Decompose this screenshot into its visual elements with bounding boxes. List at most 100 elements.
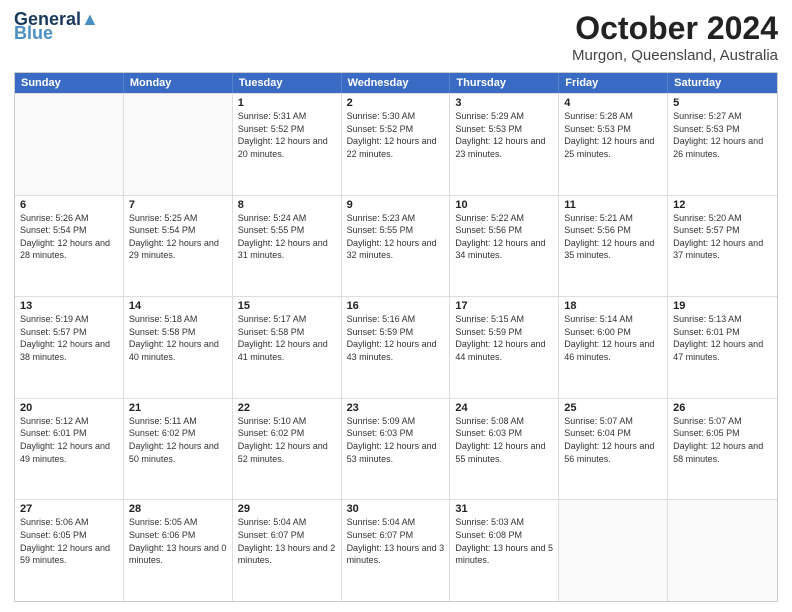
day-number: 28 <box>129 503 227 515</box>
day-number: 13 <box>20 300 118 312</box>
logo-text2: Blue <box>14 24 53 42</box>
day-info: Sunrise: 5:13 AM Sunset: 6:01 PM Dayligh… <box>673 313 772 363</box>
calendar-cell: 2Sunrise: 5:30 AM Sunset: 5:52 PM Daylig… <box>342 94 451 195</box>
day-info: Sunrise: 5:14 AM Sunset: 6:00 PM Dayligh… <box>564 313 662 363</box>
calendar-cell: 21Sunrise: 5:11 AM Sunset: 6:02 PM Dayli… <box>124 399 233 500</box>
calendar-row: 13Sunrise: 5:19 AM Sunset: 5:57 PM Dayli… <box>15 296 777 398</box>
day-info: Sunrise: 5:06 AM Sunset: 6:05 PM Dayligh… <box>20 516 118 566</box>
calendar-header-cell: Monday <box>124 73 233 93</box>
day-info: Sunrise: 5:18 AM Sunset: 5:58 PM Dayligh… <box>129 313 227 363</box>
day-number: 15 <box>238 300 336 312</box>
calendar-cell: 27Sunrise: 5:06 AM Sunset: 6:05 PM Dayli… <box>15 500 124 601</box>
day-number: 30 <box>347 503 445 515</box>
calendar-header-cell: Friday <box>559 73 668 93</box>
day-number: 4 <box>564 97 662 109</box>
day-number: 7 <box>129 199 227 211</box>
calendar-cell: 18Sunrise: 5:14 AM Sunset: 6:00 PM Dayli… <box>559 297 668 398</box>
calendar-row: 6Sunrise: 5:26 AM Sunset: 5:54 PM Daylig… <box>15 195 777 297</box>
calendar-cell: 19Sunrise: 5:13 AM Sunset: 6:01 PM Dayli… <box>668 297 777 398</box>
calendar-cell: 7Sunrise: 5:25 AM Sunset: 5:54 PM Daylig… <box>124 196 233 297</box>
day-number: 22 <box>238 402 336 414</box>
day-info: Sunrise: 5:22 AM Sunset: 5:56 PM Dayligh… <box>455 212 553 262</box>
day-info: Sunrise: 5:04 AM Sunset: 6:07 PM Dayligh… <box>347 516 445 566</box>
calendar-cell: 28Sunrise: 5:05 AM Sunset: 6:06 PM Dayli… <box>124 500 233 601</box>
calendar-cell: 14Sunrise: 5:18 AM Sunset: 5:58 PM Dayli… <box>124 297 233 398</box>
calendar-cell: 24Sunrise: 5:08 AM Sunset: 6:03 PM Dayli… <box>450 399 559 500</box>
day-number: 24 <box>455 402 553 414</box>
calendar-header-cell: Thursday <box>450 73 559 93</box>
calendar-cell: 8Sunrise: 5:24 AM Sunset: 5:55 PM Daylig… <box>233 196 342 297</box>
day-info: Sunrise: 5:07 AM Sunset: 6:04 PM Dayligh… <box>564 415 662 465</box>
calendar-cell: 31Sunrise: 5:03 AM Sunset: 6:08 PM Dayli… <box>450 500 559 601</box>
day-info: Sunrise: 5:25 AM Sunset: 5:54 PM Dayligh… <box>129 212 227 262</box>
calendar-row: 1Sunrise: 5:31 AM Sunset: 5:52 PM Daylig… <box>15 93 777 195</box>
calendar-cell: 20Sunrise: 5:12 AM Sunset: 6:01 PM Dayli… <box>15 399 124 500</box>
calendar-cell: 25Sunrise: 5:07 AM Sunset: 6:04 PM Dayli… <box>559 399 668 500</box>
day-number: 20 <box>20 402 118 414</box>
day-info: Sunrise: 5:28 AM Sunset: 5:53 PM Dayligh… <box>564 110 662 160</box>
day-number: 27 <box>20 503 118 515</box>
day-info: Sunrise: 5:15 AM Sunset: 5:59 PM Dayligh… <box>455 313 553 363</box>
day-info: Sunrise: 5:16 AM Sunset: 5:59 PM Dayligh… <box>347 313 445 363</box>
day-info: Sunrise: 5:31 AM Sunset: 5:52 PM Dayligh… <box>238 110 336 160</box>
day-number: 16 <box>347 300 445 312</box>
day-info: Sunrise: 5:27 AM Sunset: 5:53 PM Dayligh… <box>673 110 772 160</box>
calendar-cell: 4Sunrise: 5:28 AM Sunset: 5:53 PM Daylig… <box>559 94 668 195</box>
day-number: 12 <box>673 199 772 211</box>
day-number: 9 <box>347 199 445 211</box>
calendar-cell <box>559 500 668 601</box>
calendar-header-cell: Sunday <box>15 73 124 93</box>
calendar-cell: 22Sunrise: 5:10 AM Sunset: 6:02 PM Dayli… <box>233 399 342 500</box>
calendar-cell: 3Sunrise: 5:29 AM Sunset: 5:53 PM Daylig… <box>450 94 559 195</box>
day-info: Sunrise: 5:12 AM Sunset: 6:01 PM Dayligh… <box>20 415 118 465</box>
calendar-cell: 6Sunrise: 5:26 AM Sunset: 5:54 PM Daylig… <box>15 196 124 297</box>
day-info: Sunrise: 5:23 AM Sunset: 5:55 PM Dayligh… <box>347 212 445 262</box>
day-number: 21 <box>129 402 227 414</box>
day-number: 18 <box>564 300 662 312</box>
day-info: Sunrise: 5:05 AM Sunset: 6:06 PM Dayligh… <box>129 516 227 566</box>
calendar-cell: 5Sunrise: 5:27 AM Sunset: 5:53 PM Daylig… <box>668 94 777 195</box>
calendar: SundayMondayTuesdayWednesdayThursdayFrid… <box>14 72 778 602</box>
day-info: Sunrise: 5:03 AM Sunset: 6:08 PM Dayligh… <box>455 516 553 566</box>
day-info: Sunrise: 5:09 AM Sunset: 6:03 PM Dayligh… <box>347 415 445 465</box>
day-info: Sunrise: 5:19 AM Sunset: 5:57 PM Dayligh… <box>20 313 118 363</box>
calendar-cell: 13Sunrise: 5:19 AM Sunset: 5:57 PM Dayli… <box>15 297 124 398</box>
calendar-cell <box>15 94 124 195</box>
day-info: Sunrise: 5:20 AM Sunset: 5:57 PM Dayligh… <box>673 212 772 262</box>
day-info: Sunrise: 5:08 AM Sunset: 6:03 PM Dayligh… <box>455 415 553 465</box>
day-number: 17 <box>455 300 553 312</box>
day-number: 19 <box>673 300 772 312</box>
header: General▲ Blue October 2024 Murgon, Queen… <box>14 10 778 64</box>
calendar-cell <box>668 500 777 601</box>
day-number: 8 <box>238 199 336 211</box>
day-number: 31 <box>455 503 553 515</box>
day-number: 5 <box>673 97 772 109</box>
calendar-cell: 16Sunrise: 5:16 AM Sunset: 5:59 PM Dayli… <box>342 297 451 398</box>
day-info: Sunrise: 5:24 AM Sunset: 5:55 PM Dayligh… <box>238 212 336 262</box>
day-number: 11 <box>564 199 662 211</box>
calendar-cell: 26Sunrise: 5:07 AM Sunset: 6:05 PM Dayli… <box>668 399 777 500</box>
logo: General▲ Blue <box>14 10 99 42</box>
day-info: Sunrise: 5:17 AM Sunset: 5:58 PM Dayligh… <box>238 313 336 363</box>
calendar-cell: 10Sunrise: 5:22 AM Sunset: 5:56 PM Dayli… <box>450 196 559 297</box>
day-number: 6 <box>20 199 118 211</box>
subtitle: Murgon, Queensland, Australia <box>572 47 778 64</box>
calendar-header-cell: Saturday <box>668 73 777 93</box>
calendar-row: 27Sunrise: 5:06 AM Sunset: 6:05 PM Dayli… <box>15 499 777 601</box>
title-area: October 2024 Murgon, Queensland, Austral… <box>572 10 778 64</box>
main-title: October 2024 <box>572 10 778 47</box>
calendar-header-cell: Wednesday <box>342 73 451 93</box>
day-number: 29 <box>238 503 336 515</box>
calendar-cell: 1Sunrise: 5:31 AM Sunset: 5:52 PM Daylig… <box>233 94 342 195</box>
calendar-header-cell: Tuesday <box>233 73 342 93</box>
day-info: Sunrise: 5:10 AM Sunset: 6:02 PM Dayligh… <box>238 415 336 465</box>
calendar-cell: 23Sunrise: 5:09 AM Sunset: 6:03 PM Dayli… <box>342 399 451 500</box>
day-info: Sunrise: 5:30 AM Sunset: 5:52 PM Dayligh… <box>347 110 445 160</box>
calendar-cell: 29Sunrise: 5:04 AM Sunset: 6:07 PM Dayli… <box>233 500 342 601</box>
calendar-cell: 15Sunrise: 5:17 AM Sunset: 5:58 PM Dayli… <box>233 297 342 398</box>
calendar-cell: 11Sunrise: 5:21 AM Sunset: 5:56 PM Dayli… <box>559 196 668 297</box>
day-number: 1 <box>238 97 336 109</box>
day-number: 23 <box>347 402 445 414</box>
calendar-cell: 17Sunrise: 5:15 AM Sunset: 5:59 PM Dayli… <box>450 297 559 398</box>
calendar-header: SundayMondayTuesdayWednesdayThursdayFrid… <box>15 73 777 93</box>
